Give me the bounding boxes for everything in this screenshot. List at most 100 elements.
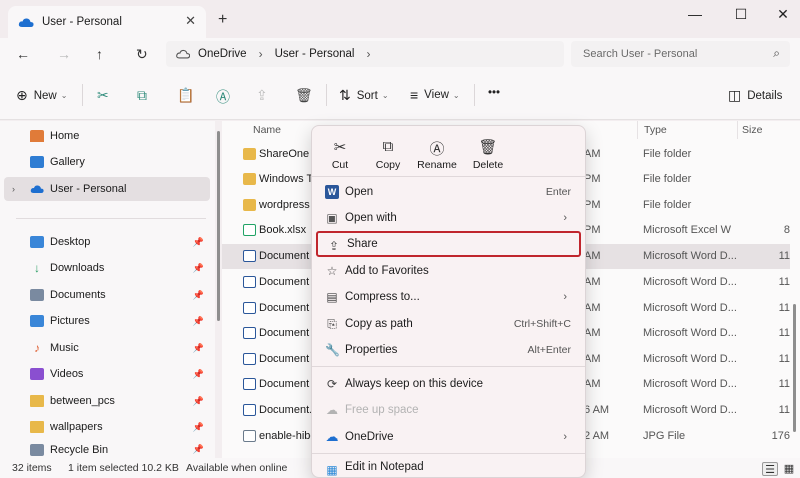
menu-item-always-keep[interactable]: ⟳ Always keep on this device <box>316 371 581 397</box>
copy-button[interactable]: ⧉ <box>137 87 153 104</box>
column-header-size[interactable]: Size <box>742 124 762 136</box>
download-icon: ↓ <box>34 261 40 275</box>
breadcrumb-onedrive[interactable]: OneDrive <box>198 48 247 60</box>
sidebar-item-gallery[interactable]: Gallery <box>4 150 210 174</box>
menu-item-add-to-favorites[interactable]: ☆ Add to Favorites <box>316 258 581 284</box>
sidebar-item-between-pcs[interactable]: between_pcs 📌 <box>4 389 210 413</box>
trash-icon: 🗑 <box>478 139 498 156</box>
file-type: File folder <box>643 199 692 211</box>
sidebar-item-downloads[interactable]: ↓ Downloads 📌 <box>4 256 210 280</box>
cut-button[interactable]: ✂ <box>97 87 115 104</box>
rename-quick-action[interactable]: Ⓐ Rename <box>411 138 463 171</box>
menu-divider <box>312 176 585 177</box>
word-file-icon <box>243 302 256 314</box>
breadcrumb-user-personal[interactable]: User - Personal <box>275 48 355 60</box>
sidebar-item-wallpapers[interactable]: wallpapers 📌 <box>4 415 210 439</box>
file-date: AM <box>584 378 601 390</box>
file-list-scrollbar[interactable] <box>793 304 796 432</box>
pin-icon[interactable]: 📌 <box>193 422 204 433</box>
quick-action-label: Delete <box>472 159 504 171</box>
cut-quick-action[interactable]: ✂ Cut <box>314 138 366 171</box>
details-view-icon[interactable]: ☰ <box>762 462 778 476</box>
menu-item-label: Add to Favorites <box>345 265 429 277</box>
menu-item-free-up-space[interactable]: ☁ Free up space <box>316 397 581 423</box>
more-options-button[interactable]: ••• <box>488 87 500 99</box>
sidebar-item-documents[interactable]: Documents 📌 <box>4 283 210 307</box>
view-button[interactable]: ≡ View ⌄ <box>410 87 460 103</box>
copy-quick-action[interactable]: ⧉ Copy <box>362 138 414 171</box>
sidebar-item-music[interactable]: ♪ Music 📌 <box>4 336 210 360</box>
sidebar-item-label: Music <box>50 342 79 354</box>
close-window-button[interactable]: ✕ <box>768 6 798 23</box>
menu-item-edit-in-notepad[interactable]: ▦ Edit in Notepad <box>316 457 581 477</box>
column-header-name[interactable]: Name <box>253 124 281 136</box>
availability-status: Available when online <box>186 462 288 474</box>
wrench-icon: 🔧 <box>325 343 340 357</box>
pin-icon[interactable]: 📌 <box>193 316 204 327</box>
tab-close-icon[interactable]: ✕ <box>185 13 196 29</box>
sidebar-item-home[interactable]: Home <box>4 124 210 148</box>
menu-item-copy-as-path[interactable]: ⎘ Copy as path Ctrl+Shift+C <box>316 311 581 337</box>
delete-button[interactable]: 🗑 <box>295 87 319 104</box>
pin-icon[interactable]: 📌 <box>193 396 204 407</box>
minimize-button[interactable]: — <box>680 6 710 22</box>
menu-item-open[interactable]: W Open Enter <box>316 179 581 205</box>
sidebar-item-desktop[interactable]: Desktop 📌 <box>4 230 210 254</box>
pin-icon[interactable]: 📌 <box>193 369 204 380</box>
copy-icon: ⧉ <box>382 138 394 155</box>
new-button[interactable]: ⊕ New ⌄ <box>16 87 67 104</box>
search-icon: ⌕ <box>773 46 780 60</box>
pin-icon[interactable]: 📌 <box>193 237 204 248</box>
view-icon: ≡ <box>410 87 419 103</box>
new-tab-button[interactable]: + <box>218 11 227 29</box>
search-input[interactable]: Search User - Personal ⌕ <box>571 41 790 67</box>
share-button[interactable]: ⇪ <box>256 87 274 104</box>
delete-quick-action[interactable]: 🗑 Delete <box>462 138 514 171</box>
sidebar-scrollbar[interactable] <box>217 131 220 321</box>
column-header-type[interactable]: Type <box>644 124 667 136</box>
file-name: wordpress <box>259 199 310 211</box>
pin-icon[interactable]: 📌 <box>193 343 204 354</box>
file-type: File folder <box>643 173 692 185</box>
rename-button[interactable]: Ⓐ <box>216 87 236 107</box>
image-file-icon <box>243 430 256 442</box>
maximize-button[interactable]: ☐ <box>726 6 756 23</box>
column-divider[interactable] <box>737 121 738 139</box>
breadcrumb[interactable]: OneDrive › User - Personal › <box>166 41 564 67</box>
menu-item-label: Open <box>345 186 374 198</box>
sidebar-item-user-personal[interactable]: › User - Personal <box>4 177 210 201</box>
refresh-icon[interactable]: ↻ <box>136 46 148 63</box>
excel-file-icon <box>243 224 256 236</box>
chevron-right-icon[interactable]: › <box>366 47 370 61</box>
menu-item-properties[interactable]: 🔧 Properties Alt+Enter <box>316 337 581 363</box>
menu-item-onedrive[interactable]: ☁ OneDrive › <box>316 424 581 450</box>
tiles-view-icon[interactable]: ▦ <box>781 462 797 476</box>
details-button[interactable]: ◫ Details <box>728 87 782 104</box>
sort-button[interactable]: ⇅ Sort ⌄ <box>339 87 389 104</box>
menu-item-compress[interactable]: ▤ Compress to... › <box>316 284 581 310</box>
address-bar-row: ← → ↑ ↻ OneDrive › User - Personal › Sea… <box>0 38 800 70</box>
menu-item-share[interactable]: ⇪ Share <box>316 231 581 257</box>
sidebar-item-recycle-bin[interactable]: Recycle Bin 📌 <box>4 441 210 458</box>
menu-item-label: Compress to... <box>345 291 420 303</box>
file-name: Book.xlsx <box>259 224 307 236</box>
file-type: File folder <box>643 148 692 160</box>
sidebar-item-label: Recycle Bin <box>50 443 109 456</box>
menu-item-open-with[interactable]: ▣ Open with › <box>316 205 581 231</box>
pin-icon[interactable]: 📌 <box>193 290 204 301</box>
back-arrow-icon[interactable]: ← <box>16 46 30 62</box>
pin-icon[interactable]: 📌 <box>193 263 204 274</box>
tab-user-personal[interactable]: User - Personal ✕ <box>8 6 206 38</box>
paste-button[interactable]: 📋 <box>177 87 200 104</box>
chevron-down-icon: ⌄ <box>381 91 389 100</box>
sidebar-item-pictures[interactable]: Pictures 📌 <box>4 309 210 333</box>
up-arrow-icon[interactable]: ↑ <box>96 46 103 62</box>
new-label: New <box>33 89 57 102</box>
chevron-right-icon[interactable]: › <box>12 184 15 194</box>
pin-icon[interactable]: 📌 <box>193 444 204 455</box>
sidebar-item-videos[interactable]: Videos 📌 <box>4 362 210 386</box>
file-name: Document.d <box>259 404 319 416</box>
column-divider[interactable] <box>637 121 638 139</box>
toolbar-divider <box>474 84 475 106</box>
forward-arrow-icon[interactable]: → <box>57 46 71 62</box>
